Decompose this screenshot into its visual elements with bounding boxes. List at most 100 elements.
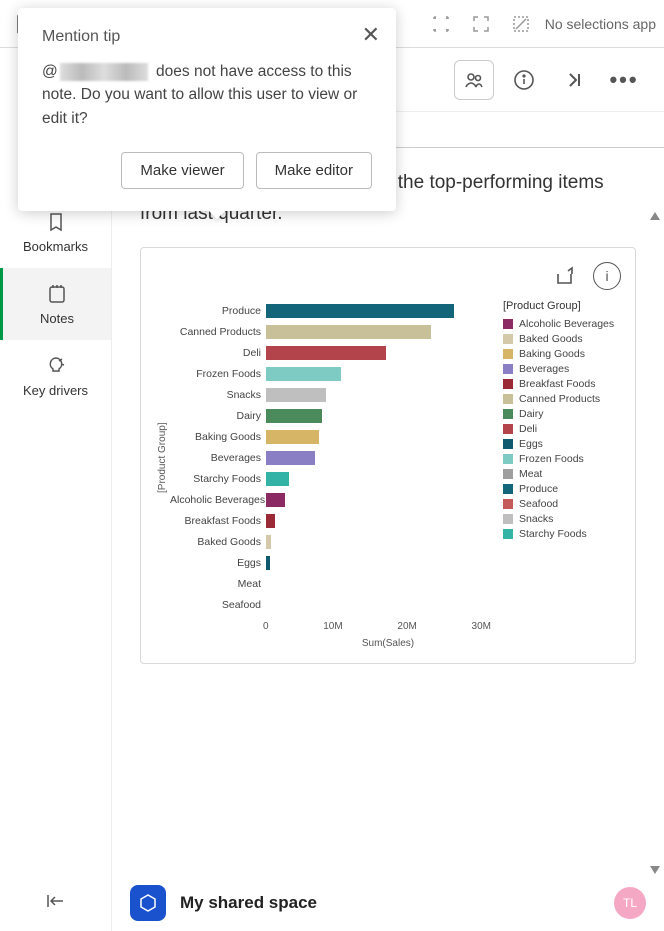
bar-label: Meat	[170, 578, 266, 590]
x-tick: 20M	[397, 621, 416, 632]
bar-track	[266, 346, 491, 360]
bar-track	[266, 304, 491, 318]
legend-item[interactable]: Eggs	[503, 438, 621, 450]
bar-track	[266, 409, 491, 423]
legend-item[interactable]: Breakfast Foods	[503, 378, 621, 390]
close-button[interactable]: ✕	[362, 22, 380, 48]
chart-body: [Product Group] Produce Canned Products De…	[155, 300, 621, 615]
legend-swatch	[503, 409, 513, 419]
x-tick: 10M	[323, 621, 342, 632]
legend-item[interactable]: Canned Products	[503, 393, 621, 405]
bar-row: Produce	[170, 300, 491, 321]
bar[interactable]	[266, 535, 271, 549]
bar-label: Frozen Foods	[170, 368, 266, 380]
scroll-down-icon[interactable]	[650, 866, 660, 874]
sidebar-item-notes[interactable]: Notes	[0, 268, 111, 340]
legend-swatch	[503, 424, 513, 434]
space-name[interactable]: My shared space	[180, 893, 317, 913]
bar-row: Deli	[170, 342, 491, 363]
legend-item[interactable]: Baking Goods	[503, 348, 621, 360]
legend-item[interactable]: Seafood	[503, 498, 621, 510]
legend-label: Canned Products	[519, 393, 600, 405]
bar-label: Baking Goods	[170, 431, 266, 443]
legend-swatch	[503, 514, 513, 524]
make-viewer-button[interactable]: Make viewer	[121, 152, 243, 189]
legend-item[interactable]: Produce	[503, 483, 621, 495]
bar-track	[266, 535, 491, 549]
legend-label: Starchy Foods	[519, 528, 587, 540]
share-button[interactable]	[454, 60, 494, 100]
info-icon	[512, 68, 536, 92]
bar[interactable]	[266, 388, 326, 402]
bar-track	[266, 514, 491, 528]
export-button[interactable]	[551, 262, 579, 290]
space-icon[interactable]	[130, 885, 166, 921]
sidebar-collapse-button[interactable]	[0, 871, 111, 931]
popover-at: @	[42, 63, 58, 80]
bar-row: Beverages	[170, 447, 491, 468]
bar-track	[266, 430, 491, 444]
bar[interactable]	[266, 514, 275, 528]
legend-item[interactable]: Dairy	[503, 408, 621, 420]
scroll-up-icon[interactable]	[650, 212, 660, 220]
bar[interactable]	[266, 346, 386, 360]
legend-item[interactable]: Starchy Foods	[503, 528, 621, 540]
legend-item[interactable]: Snacks	[503, 513, 621, 525]
y-axis-label: [Product Group]	[155, 300, 170, 615]
legend-label: Seafood	[519, 498, 558, 510]
legend-swatch	[503, 439, 513, 449]
legend-item[interactable]: Beverages	[503, 363, 621, 375]
make-editor-button[interactable]: Make editor	[256, 152, 372, 189]
bar-label: Produce	[170, 305, 266, 317]
legend-swatch	[503, 454, 513, 464]
legend-item[interactable]: Deli	[503, 423, 621, 435]
selection-disabled-icon[interactable]	[505, 8, 537, 40]
more-button[interactable]: •••	[604, 60, 644, 100]
bar-label: Canned Products	[170, 326, 266, 338]
bar-label: Snacks	[170, 389, 266, 401]
legend-item[interactable]: Frozen Foods	[503, 453, 621, 465]
legend-swatch	[503, 484, 513, 494]
bar-track	[266, 388, 491, 402]
info-icon: i	[605, 268, 608, 284]
collapse-panel-button[interactable]	[554, 60, 594, 100]
legend-swatch	[503, 529, 513, 539]
bar[interactable]	[266, 325, 431, 339]
bar-track	[266, 325, 491, 339]
bar-row: Starchy Foods	[170, 468, 491, 489]
legend-label: Frozen Foods	[519, 453, 584, 465]
no-selections-text: No selections app	[545, 16, 656, 32]
chart-bars: Produce Canned Products Deli Frozen Foods Sn…	[170, 300, 491, 615]
popover-title: Mention tip	[42, 28, 372, 46]
fullscreen-icon[interactable]	[465, 8, 497, 40]
legend-item[interactable]: Meat	[503, 468, 621, 480]
hexagon-icon	[138, 893, 158, 913]
legend-item[interactable]: Baked Goods	[503, 333, 621, 345]
info-button[interactable]	[504, 60, 544, 100]
sidebar-item-keydrivers[interactable]: Key drivers	[0, 340, 111, 412]
legend-label: Eggs	[519, 438, 543, 450]
legend-swatch	[503, 499, 513, 509]
bar[interactable]	[266, 556, 270, 570]
legend-label: Produce	[519, 483, 558, 495]
legend-label: Snacks	[519, 513, 553, 525]
bar-label: Deli	[170, 347, 266, 359]
bar-row: Dairy	[170, 405, 491, 426]
bar-track	[266, 598, 491, 612]
bar[interactable]	[266, 304, 454, 318]
bar-track	[266, 493, 491, 507]
bar[interactable]	[266, 409, 322, 423]
bar[interactable]	[266, 367, 341, 381]
bar[interactable]	[266, 430, 319, 444]
bar[interactable]	[266, 451, 315, 465]
bar[interactable]	[266, 472, 289, 486]
bar[interactable]	[266, 493, 285, 507]
avatar[interactable]: TL	[614, 887, 646, 919]
legend-item[interactable]: Alcoholic Beverages	[503, 318, 621, 330]
crop-icon[interactable]	[425, 8, 457, 40]
chart-info-button[interactable]: i	[593, 262, 621, 290]
bar-track	[266, 472, 491, 486]
popover-arrow	[208, 210, 226, 219]
popover-body: @ does not have access to this note. Do …	[42, 60, 372, 130]
bar-row: Seafood	[170, 594, 491, 615]
